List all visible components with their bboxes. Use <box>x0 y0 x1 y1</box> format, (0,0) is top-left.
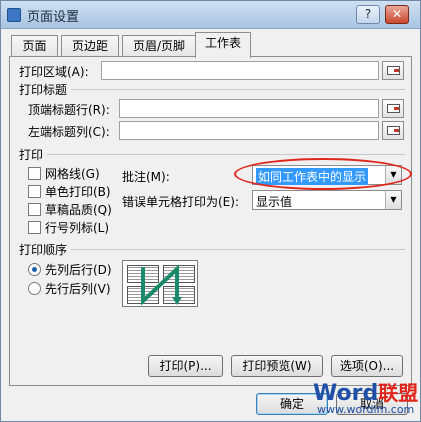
print-titles-divider <box>71 89 405 90</box>
options-button[interactable]: 选项(O)... <box>331 355 403 377</box>
down-then-over-radio[interactable] <box>28 263 41 276</box>
row-col-headings-checkbox[interactable] <box>28 221 41 234</box>
print-preview-button[interactable]: 打印预览(W) <box>231 355 323 377</box>
watermark-cn: 联盟 <box>378 381 419 405</box>
down-then-over-label: 先列后行(D) <box>45 263 112 277</box>
page-order-arrow-icon <box>141 264 182 306</box>
cols-to-repeat-input[interactable] <box>119 121 379 140</box>
print-titles-section-label: 打印标题 <box>19 83 68 97</box>
window-title: 页面设置 <box>27 10 80 25</box>
tab-margins[interactable]: 页边距 <box>61 35 119 57</box>
range-select-icon <box>387 126 400 135</box>
annotation-circle <box>234 158 412 190</box>
rows-collapse-button[interactable] <box>382 99 404 118</box>
rows-to-repeat-label: 顶端标题行(R): <box>28 103 110 117</box>
page-order-divider <box>71 249 405 250</box>
cell-errors-value: 显示值 <box>256 195 293 209</box>
print-divider <box>47 154 405 155</box>
draft-quality-label: 草稿品质(Q) <box>45 203 112 217</box>
cell-errors-label: 错误单元格打印为(E): <box>122 195 239 209</box>
tab-sheet[interactable]: 工作表 <box>195 32 251 58</box>
range-select-icon <box>387 104 400 113</box>
watermark-url: www.wordlm.com <box>317 403 415 416</box>
print-area-label: 打印区域(A): <box>19 65 89 79</box>
cols-to-repeat-label: 左端标题列(C): <box>28 125 110 139</box>
draft-quality-checkbox[interactable] <box>28 203 41 216</box>
black-white-checkbox[interactable] <box>28 185 41 198</box>
cell-errors-dropdown[interactable]: 显示值 ▼ <box>252 190 402 210</box>
chevron-down-icon[interactable]: ▼ <box>385 191 401 209</box>
rows-to-repeat-input[interactable] <box>119 99 379 118</box>
over-then-down-label: 先行后列(V) <box>45 282 111 296</box>
page-order-preview <box>122 260 198 307</box>
tab-page[interactable]: 页面 <box>11 35 58 57</box>
over-then-down-radio[interactable] <box>28 282 41 295</box>
close-button[interactable]: ✕ <box>385 5 409 24</box>
comments-label: 批注(M): <box>122 170 170 184</box>
gridlines-checkbox[interactable] <box>28 167 41 180</box>
row-col-headings-label: 行号列标(L) <box>45 221 110 235</box>
page-order-section-label: 打印顺序 <box>19 243 68 257</box>
watermark-logo: Word联盟 www.wordlm.com <box>313 377 419 416</box>
cols-collapse-button[interactable] <box>382 121 404 140</box>
title-bar: 页面设置 ? ✕ <box>1 1 420 29</box>
gridlines-label: 网格线(G) <box>45 167 100 181</box>
range-select-icon <box>387 66 400 75</box>
help-button[interactable]: ? <box>356 5 380 24</box>
page-setup-dialog: 页面设置 ? ✕ 页面 页边距 页眉/页脚 工作表 打印区域(A): 打印标题 … <box>0 0 421 422</box>
tab-header-footer[interactable]: 页眉/页脚 <box>122 35 196 57</box>
print-area-input[interactable] <box>101 61 379 80</box>
print-area-collapse-button[interactable] <box>382 61 404 80</box>
print-button[interactable]: 打印(P)... <box>148 355 223 377</box>
print-section-label: 打印 <box>19 148 44 162</box>
black-white-label: 单色打印(B) <box>45 185 111 199</box>
app-icon <box>7 8 21 22</box>
